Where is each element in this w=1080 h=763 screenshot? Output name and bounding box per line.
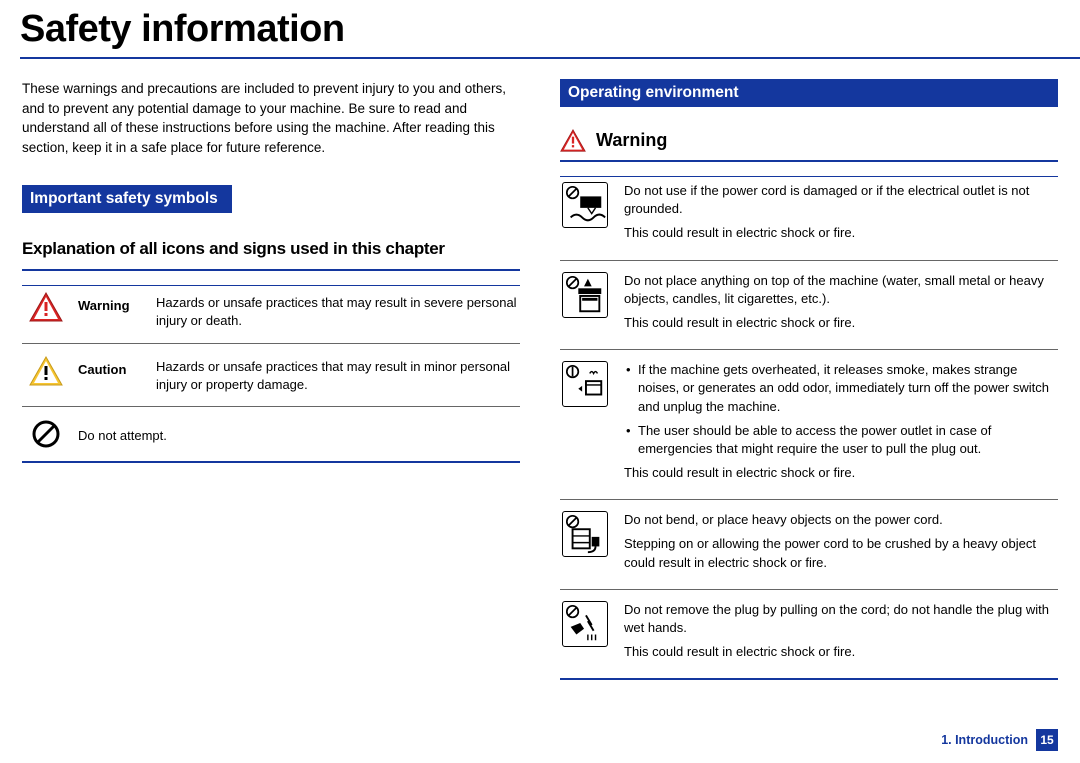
warning-text: Do not bend, or place heavy objects on t… [624, 511, 1056, 578]
warning-row: Do not place anything on top of the mach… [560, 267, 1058, 344]
warning-text: Do not place anything on top of the mach… [624, 272, 1056, 339]
table-bottom-border [560, 678, 1058, 680]
symbol-row-warning: Warning Hazards or unsafe practices that… [22, 286, 520, 336]
warning-heading: Warning [560, 129, 1058, 152]
row-divider [560, 499, 1058, 500]
row-divider [560, 349, 1058, 350]
symbol-row-donot: Do not attempt. [22, 413, 520, 455]
row-divider [22, 343, 520, 344]
warning-text: Do not remove the plug by pulling on the… [624, 601, 1056, 668]
page-number: 15 [1036, 729, 1058, 751]
symbols-subheading: Explanation of all icons and signs used … [22, 239, 520, 259]
warning-secondary: This could result in electric shock or f… [624, 314, 1056, 332]
warning-secondary: Stepping on or allowing the power cord t… [624, 535, 1056, 571]
symbols-table: Warning Hazards or unsafe practices that… [22, 286, 520, 463]
warning-primary: Do not remove the plug by pulling on the… [624, 601, 1056, 637]
environment-section-header: Operating environment [560, 79, 1058, 107]
page-title: Safety information [0, 0, 1080, 57]
symbol-row-caution: Caution Hazards or unsafe practices that… [22, 350, 520, 400]
wet-hands-plug-icon [562, 601, 608, 647]
symbols-section-header: Important safety symbols [22, 185, 232, 213]
warning-row: Do not remove the plug by pulling on the… [560, 596, 1058, 673]
warning-primary: Do not use if the power cord is damaged … [624, 182, 1056, 218]
left-column: These warnings and precautions are inclu… [22, 79, 520, 686]
symbol-desc: Do not attempt. [78, 419, 518, 445]
intro-paragraph: These warnings and precautions are inclu… [22, 79, 520, 157]
warning-row: Do not bend, or place heavy objects on t… [560, 506, 1058, 583]
warning-text: If the machine gets overheated, it relea… [624, 361, 1056, 488]
symbol-desc: Hazards or unsafe practices that may res… [156, 356, 518, 394]
warnings-table: Do not use if the power cord is damaged … [560, 177, 1058, 680]
warning-primary: Do not place anything on top of the mach… [624, 272, 1056, 308]
objects-on-top-icon [562, 272, 608, 318]
divider [560, 160, 1058, 162]
warning-text: Do not use if the power cord is damaged … [624, 182, 1056, 249]
warning-secondary: This could result in electric shock or f… [624, 224, 1056, 242]
content-area: These warnings and precautions are inclu… [0, 59, 1080, 686]
row-divider [22, 406, 520, 407]
warning-triangle-icon [560, 129, 586, 152]
table-bottom-border [22, 461, 520, 463]
damaged-cord-icon [562, 182, 608, 228]
warning-primary: Do not bend, or place heavy objects on t… [624, 511, 1056, 529]
warning-triangle-icon [29, 292, 63, 322]
warning-secondary: This could result in electric shock or f… [624, 464, 1056, 482]
warning-secondary: This could result in electric shock or f… [624, 643, 1056, 661]
chapter-label: 1. Introduction [941, 733, 1028, 747]
prohibit-icon [31, 419, 61, 449]
caution-triangle-icon [29, 356, 63, 386]
symbol-desc: Hazards or unsafe practices that may res… [156, 292, 518, 330]
overheat-unplug-icon [562, 361, 608, 407]
warning-bullet: The user should be able to access the po… [638, 422, 1056, 458]
warning-bullet: If the machine gets overheated, it relea… [638, 361, 1056, 416]
bend-cord-icon [562, 511, 608, 557]
warning-row: Do not use if the power cord is damaged … [560, 177, 1058, 254]
page-footer: 1. Introduction 15 [941, 729, 1058, 751]
symbol-label: Caution [78, 356, 146, 377]
right-column: Operating environment Warning [560, 79, 1058, 686]
row-divider [560, 260, 1058, 261]
warning-heading-label: Warning [596, 130, 667, 151]
row-divider [560, 589, 1058, 590]
symbol-label: Warning [78, 292, 146, 313]
divider [22, 269, 520, 271]
warning-row: If the machine gets overheated, it relea… [560, 356, 1058, 493]
